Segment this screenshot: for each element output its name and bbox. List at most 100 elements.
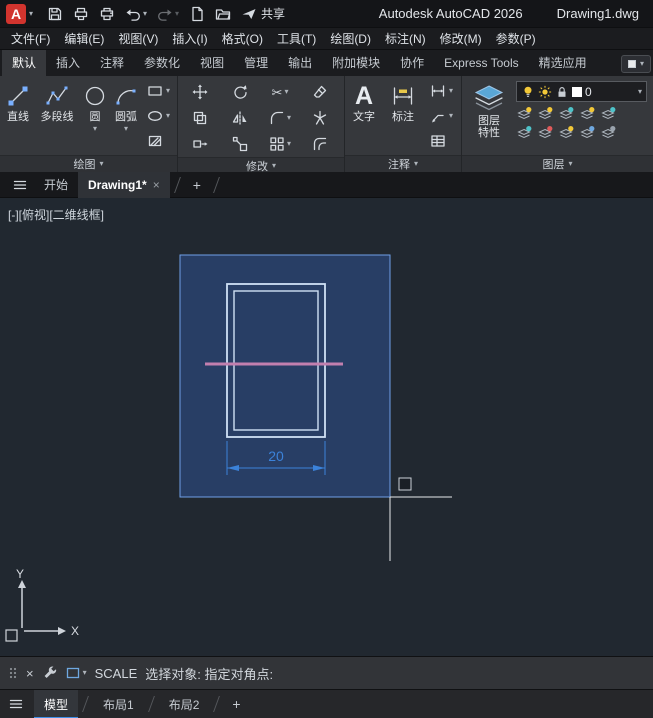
fillet-button[interactable]: ▾ bbox=[267, 108, 293, 128]
drawing1-tab[interactable]: Drawing1* × bbox=[78, 171, 170, 198]
text-button[interactable]: A 文字 bbox=[347, 79, 381, 153]
plot-button[interactable] bbox=[69, 3, 93, 25]
layer-walk-button[interactable] bbox=[579, 125, 595, 141]
layer-color-swatch bbox=[572, 86, 582, 97]
menu-view[interactable]: 视图(V) bbox=[111, 28, 165, 50]
layer-thaw-sun-icon[interactable] bbox=[538, 85, 552, 99]
menu-format[interactable]: 格式(O) bbox=[215, 28, 270, 50]
rectangle-button[interactable]: ▾ bbox=[144, 79, 173, 103]
ribbon-display-toggle[interactable]: ▾ bbox=[620, 55, 651, 73]
leader-button[interactable]: ▾ bbox=[427, 104, 456, 128]
menu-draw[interactable]: 绘图(D) bbox=[323, 28, 378, 50]
ribbon-tab-home[interactable]: 默认 bbox=[2, 50, 47, 76]
redo-icon bbox=[158, 9, 172, 21]
close-icon[interactable]: × bbox=[26, 666, 34, 681]
layer-on-bulb-icon[interactable] bbox=[521, 85, 535, 99]
layer-merge-button[interactable] bbox=[558, 125, 574, 141]
undo-button[interactable]: ▾ bbox=[121, 3, 151, 25]
share-button[interactable]: 共享 bbox=[237, 3, 289, 25]
ribbon-tab-insert[interactable]: 插入 bbox=[46, 50, 90, 76]
layer-walk-icon bbox=[580, 126, 595, 139]
layer-freeze-button[interactable] bbox=[558, 106, 574, 122]
drawing-canvas[interactable]: [-][俯视][二维线框] 20 Y X bbox=[0, 198, 653, 656]
recent-commands-button[interactable]: ▾ bbox=[66, 666, 87, 680]
layer-off-button[interactable] bbox=[516, 106, 532, 122]
ribbon-tab-parametric[interactable]: 参数化 bbox=[134, 50, 190, 76]
wrench-icon[interactable] bbox=[42, 665, 58, 681]
scale-button[interactable] bbox=[230, 134, 250, 154]
model-tab[interactable]: 模型 bbox=[34, 689, 79, 718]
hatch-button[interactable] bbox=[144, 129, 173, 153]
layer-selector[interactable]: 0 ▾ bbox=[516, 81, 647, 102]
redo-button[interactable]: ▾ bbox=[153, 3, 183, 25]
layer-fade-button[interactable] bbox=[600, 125, 616, 141]
table-button[interactable] bbox=[427, 129, 456, 153]
viewport-controls[interactable]: [-][俯视][二维线框] bbox=[8, 206, 104, 223]
menu-insert[interactable]: 插入(I) bbox=[165, 28, 214, 50]
layer-unlock-icon[interactable] bbox=[555, 85, 569, 99]
menu-tools[interactable]: 工具(T) bbox=[270, 28, 323, 50]
start-tab[interactable]: 开始 bbox=[34, 172, 78, 198]
menu-edit[interactable]: 编辑(E) bbox=[57, 28, 111, 50]
ribbon-tab-manage[interactable]: 管理 bbox=[234, 50, 278, 76]
linear-dimension-button[interactable]: ▾ bbox=[427, 79, 456, 103]
erase-button[interactable] bbox=[310, 82, 330, 102]
command-input[interactable]: SCALE 选择对象: 指定对角点: bbox=[95, 664, 273, 683]
menu-modify[interactable]: 修改(M) bbox=[433, 28, 489, 50]
ribbon-tab-featured-apps[interactable]: 精选应用 bbox=[529, 50, 597, 76]
menu-parametric[interactable]: 参数(P) bbox=[489, 28, 543, 50]
layer-delete-button[interactable] bbox=[537, 125, 553, 141]
new-file-button[interactable] bbox=[185, 3, 209, 25]
trim-button[interactable]: ✂ ▾ bbox=[270, 84, 291, 101]
drag-handle-icon[interactable] bbox=[8, 665, 18, 681]
chevron-down-icon[interactable]: ▾ bbox=[175, 9, 179, 18]
ucs-icon[interactable]: Y X bbox=[5, 567, 79, 642]
ribbon-tab-view[interactable]: 视图 bbox=[190, 50, 234, 76]
layer-properties-button[interactable]: 图层特性 bbox=[464, 79, 514, 153]
ribbon-tab-addins[interactable]: 附加模块 bbox=[322, 50, 390, 76]
circle-button[interactable]: 圆 ▾ bbox=[80, 79, 110, 153]
layer-match-button[interactable] bbox=[600, 106, 616, 122]
layer-panel-footer[interactable]: 图层 ▾ bbox=[462, 155, 653, 172]
mirror-button[interactable] bbox=[230, 108, 250, 128]
app-menu-button[interactable]: A ▾ bbox=[6, 3, 33, 24]
file-tab-menu-button[interactable] bbox=[6, 177, 34, 193]
ribbon-tab-express-tools[interactable]: Express Tools bbox=[434, 50, 528, 76]
ribbon-tab-output[interactable]: 输出 bbox=[278, 50, 322, 76]
open-file-button[interactable] bbox=[211, 3, 235, 25]
menu-dimension[interactable]: 标注(N) bbox=[378, 28, 433, 50]
draw-panel-footer[interactable]: 绘图 ▾ bbox=[0, 155, 177, 172]
layout-menu-button[interactable] bbox=[8, 696, 24, 712]
explode-button[interactable] bbox=[310, 108, 330, 128]
move-button[interactable] bbox=[190, 82, 210, 102]
menu-file[interactable]: 文件(F) bbox=[4, 28, 57, 50]
print-button[interactable] bbox=[95, 3, 119, 25]
new-layout-button[interactable]: + bbox=[224, 696, 248, 712]
ribbon-tab-annotate[interactable]: 注释 bbox=[90, 50, 134, 76]
stretch-button[interactable] bbox=[190, 134, 210, 154]
ribbon-tab-collaborate[interactable]: 协作 bbox=[390, 50, 434, 76]
layer-lock-button[interactable] bbox=[579, 106, 595, 122]
ellipse-button[interactable]: ▾ bbox=[144, 104, 173, 128]
new-drawing-button[interactable]: + bbox=[185, 177, 209, 193]
annotate-panel-footer[interactable]: 注释 ▾ bbox=[345, 155, 461, 172]
copy-button[interactable] bbox=[190, 108, 210, 128]
chevron-down-icon[interactable]: ▾ bbox=[143, 9, 147, 18]
arc-button[interactable]: 圆弧 ▾ bbox=[110, 79, 142, 153]
chevron-down-icon[interactable]: ▾ bbox=[124, 125, 128, 133]
layout2-tab[interactable]: 布局2 bbox=[159, 690, 210, 718]
dimension-button[interactable]: 标注 bbox=[381, 79, 425, 153]
rotate-button[interactable] bbox=[230, 82, 250, 102]
polyline-button[interactable]: 多段线 bbox=[34, 79, 80, 153]
stretch-icon bbox=[193, 140, 208, 148]
chevron-down-icon[interactable]: ▾ bbox=[93, 125, 97, 133]
layer-isolate-button[interactable] bbox=[537, 106, 553, 122]
close-icon[interactable]: × bbox=[153, 178, 160, 192]
save-button[interactable] bbox=[43, 3, 67, 25]
array-button[interactable]: ▾ bbox=[267, 134, 293, 154]
layer-match-icon bbox=[601, 107, 616, 120]
layer-unisolate-button[interactable] bbox=[516, 125, 532, 141]
offset-button[interactable] bbox=[310, 134, 330, 154]
line-button[interactable]: 直线 bbox=[2, 79, 34, 153]
layout1-tab[interactable]: 布局1 bbox=[93, 690, 144, 718]
